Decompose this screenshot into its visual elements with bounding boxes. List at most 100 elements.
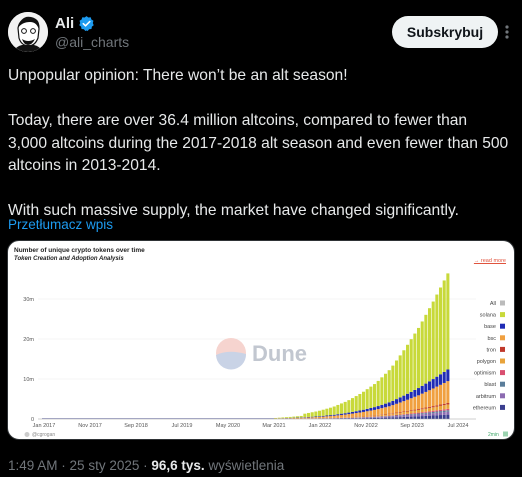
bar-segment-polygon [431, 407, 435, 411]
bar-segment-base [442, 371, 446, 383]
tweet-line: 3,000 altcoins during the 2017-2018 alt … [8, 134, 509, 152]
bar-segment-bsc [329, 416, 333, 418]
bar-segment-arbitrum [395, 416, 399, 418]
bar-segment-arbitrum [446, 411, 450, 415]
bar-segment-tron [420, 408, 424, 410]
bar-segment-bsc [351, 413, 355, 417]
author-name[interactable]: Ali [55, 15, 74, 32]
bar-segment-solana [303, 413, 307, 418]
bar-segment-base [365, 408, 369, 412]
bar-segment-bsc [314, 417, 318, 419]
bar-segment-solana [354, 396, 358, 412]
bar-segment-bsc [362, 411, 366, 416]
separator-dot: · [61, 458, 70, 473]
tweet-date[interactable]: 25 sty 2025 [70, 458, 140, 473]
bar-segment-bsc [384, 407, 388, 415]
tweet-line: Today, there are over 36.4 million altco… [8, 112, 468, 129]
bar-segment-bsc [387, 406, 391, 414]
bar-segment-solana [424, 314, 428, 384]
tweet-media-chart[interactable]: 0 10m 20m 30m Jan 2017 Nov 2017 Sep 2018 Jul 20… [7, 240, 515, 440]
bar-segment-base [318, 416, 322, 417]
bar-segment-bsc [325, 416, 329, 418]
bar-segment-base [325, 415, 329, 417]
bar-segment-solana [365, 389, 369, 409]
y-tick-label: 30m [23, 297, 34, 303]
bar-segment-polygon [365, 416, 369, 417]
bar-segment-polygon [409, 411, 413, 414]
bar-segment-arbitrum [442, 412, 446, 415]
avatar[interactable] [8, 12, 48, 52]
bar-segment-bsc [321, 416, 325, 418]
bar-segment-arbitrum [365, 417, 369, 419]
tweet-line: altcoins in 2013-2014. [8, 157, 161, 174]
bar-segment-polygon [347, 417, 351, 418]
bar-segment-arbitrum [373, 417, 377, 418]
translate-link[interactable]: Przetłumacz wpis [8, 217, 113, 232]
bar-segment-polygon [362, 416, 366, 418]
bar-segment-solana [406, 344, 410, 394]
bar-segment-base [446, 369, 450, 382]
subscribe-button[interactable]: Subskrybuj [392, 16, 498, 48]
bar-segment-ethereum [435, 415, 439, 419]
bar-segment-bsc [354, 413, 358, 417]
bar-segment-base [431, 379, 435, 389]
bar-segment-optimism [435, 410, 439, 412]
x-tick-label: Mar 2021 [262, 423, 285, 429]
more-options-icon[interactable] [500, 24, 514, 40]
bar-segment-optimism [420, 412, 424, 414]
views-label: wyświetlenia [208, 458, 285, 473]
bar-segment-arbitrum [413, 414, 417, 417]
bar-segment-tron [428, 406, 432, 408]
bar-segment-tron [431, 406, 435, 408]
bar-segment-tron [402, 411, 406, 413]
author-handle[interactable]: @ali_charts [55, 34, 129, 50]
x-tick-label: Sep 2023 [400, 423, 424, 429]
bar-segment-blast [398, 415, 402, 416]
bar-segment-bsc [296, 417, 300, 419]
bar-segment-solana [288, 416, 292, 418]
chart-title: Number of unique crypto tokens over time [14, 247, 145, 254]
bar-segment-bsc [303, 417, 307, 419]
bar-segment-polygon [351, 416, 355, 418]
bar-segment-solana [336, 404, 340, 415]
bar-segment-base [373, 407, 377, 410]
bar-segment-optimism [424, 411, 428, 413]
bar-segment-solana [380, 377, 384, 405]
read-more-link[interactable]: → read more [474, 258, 506, 264]
bar-segment-bsc [347, 414, 351, 417]
bar-segment-bsc [340, 414, 344, 418]
bar-segment-bsc [380, 408, 384, 415]
bar-segment-base [424, 383, 428, 392]
tweet-time[interactable]: 1:49 AM [8, 458, 58, 473]
bar-segment-base [387, 402, 391, 407]
bar-segment-solana [439, 287, 443, 375]
y-tick-label: 10m [23, 377, 34, 383]
bar-segment-optimism [391, 415, 395, 416]
bar-segment-bsc [446, 381, 450, 403]
y-tick-label: 20m [23, 337, 34, 343]
bar-segment-base [314, 416, 318, 418]
bar-segment-optimism [417, 412, 421, 414]
bar-segment-blast [435, 411, 439, 413]
bar-segment-solana [318, 410, 322, 417]
bar-segment-blast [409, 414, 413, 416]
x-tick-label: Jan 2022 [309, 423, 332, 429]
bar-segment-base [332, 414, 336, 416]
bar-segment-base [380, 404, 384, 409]
legend-swatch [500, 346, 505, 352]
x-tick-label: Nov 2022 [354, 423, 378, 429]
tweet-header: Ali @ali_charts Subskrybuj [8, 10, 514, 54]
bar-segment-ethereum [446, 414, 450, 419]
bar-segment-polygon [384, 414, 388, 416]
bar-segment-bsc [409, 398, 413, 411]
bar-segment-blast [391, 415, 395, 417]
bar-segment-ethereum [402, 416, 406, 419]
bar-segment-bsc [369, 410, 373, 416]
bar-segment-arbitrum [435, 412, 439, 416]
bar-segment-bsc [413, 396, 417, 410]
bar-segment-base [354, 411, 358, 414]
bar-segment-polygon [424, 408, 428, 412]
bar-segment-tron [442, 403, 446, 406]
bar-segment-polygon [395, 413, 399, 415]
bar-segment-solana [307, 412, 311, 417]
